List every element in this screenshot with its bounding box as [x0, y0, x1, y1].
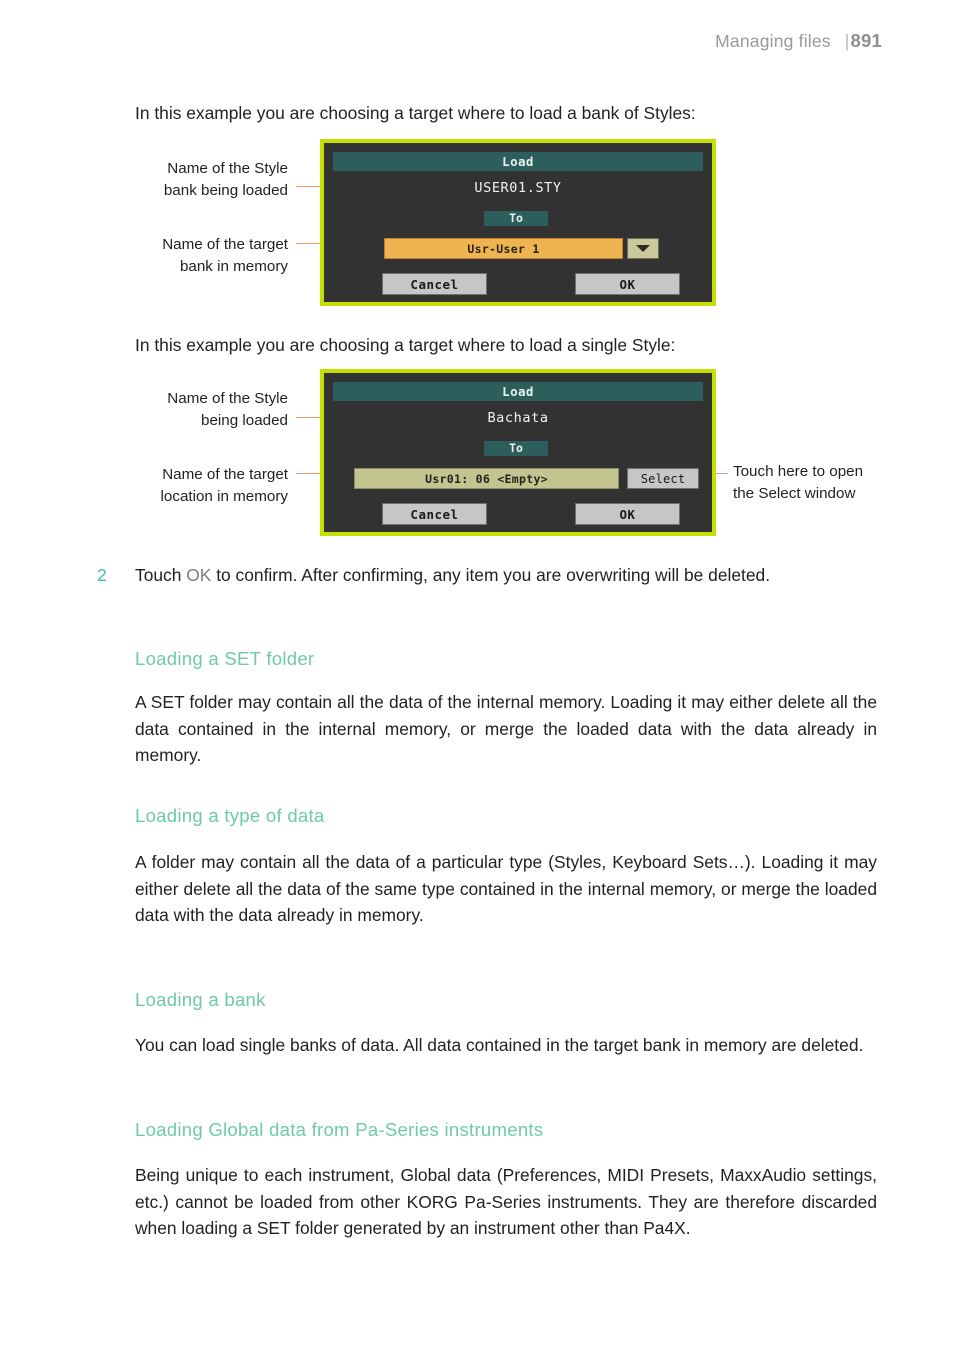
step-text-before: Touch	[135, 565, 187, 585]
load-style-dialog: Load Bachata To Usr01: 06 <Empty> Select…	[320, 369, 716, 536]
section-heading-loading-a-bank: Loading a bank	[135, 989, 266, 1010]
select-button[interactable]: Select	[627, 468, 699, 489]
dialog-to-label: To	[484, 441, 548, 456]
section-body-loading-global-data: Being unique to each instrument, Global …	[135, 1165, 877, 1238]
target-bank-field[interactable]: Usr-User 1	[384, 238, 623, 259]
dialog-title-bar: Load	[333, 382, 703, 401]
callout-style-name: Name of the Style being loaded	[167, 390, 288, 429]
callout-target-location: Name of the target location in memory	[160, 466, 288, 505]
header-page-number: |891	[844, 30, 882, 51]
section-heading-loading-global-data: Loading Global data from Pa-Series instr…	[135, 1119, 544, 1140]
header-section-title: Managing files	[715, 31, 831, 51]
ok-button[interactable]: OK	[575, 503, 680, 525]
step-text: Touch OK to confirm. After confirming, a…	[135, 562, 877, 589]
cancel-button[interactable]: Cancel	[382, 273, 487, 295]
target-location-field[interactable]: Usr01: 06 <Empty>	[354, 468, 619, 489]
dialog-title-bar: Load	[333, 152, 703, 171]
callout-style-bank-name: Name of the Style bank being loaded	[163, 160, 288, 199]
intro-paragraph-single: In this example you are choosing a targe…	[135, 335, 676, 355]
section-body-loading-type-of-data: A folder may contain all the data of a p…	[135, 852, 877, 925]
header-rule: |	[844, 31, 850, 51]
chevron-down-icon[interactable]	[627, 238, 659, 259]
cancel-button[interactable]: Cancel	[382, 503, 487, 525]
step-2: 2 Touch OK to confirm. After confirming,…	[97, 562, 877, 589]
section-heading-loading-type-of-data: Loading a type of data	[135, 805, 325, 826]
step-number: 2	[97, 565, 107, 585]
chevron-down-glyph	[636, 245, 650, 252]
section-body-loading-a-bank: You can load single banks of data. All d…	[135, 1035, 864, 1055]
page-running-header: Managing files |891	[715, 30, 882, 52]
intro-paragraph-bank: In this example you are choosing a targe…	[135, 103, 696, 123]
callout-target-bank-name: Name of the target bank in memory	[162, 236, 288, 275]
step-text-after: to confirm. After confirming, any item y…	[211, 565, 771, 585]
section-body-loading-set-folder: A SET folder may contain all the data of…	[135, 692, 877, 765]
dialog-to-label: To	[484, 211, 548, 226]
dialog-source-filename: Bachata	[487, 410, 549, 426]
step-ui-reference: OK	[186, 565, 212, 585]
ok-button[interactable]: OK	[575, 273, 680, 295]
dialog-source-filename: USER01.STY	[474, 180, 562, 196]
section-heading-loading-set-folder: Loading a SET folder	[135, 648, 315, 669]
load-bank-dialog: Load USER01.STY To Usr-User 1 Cancel OK	[320, 139, 716, 306]
callout-select-hint: Touch here to open the Select window	[733, 463, 864, 502]
